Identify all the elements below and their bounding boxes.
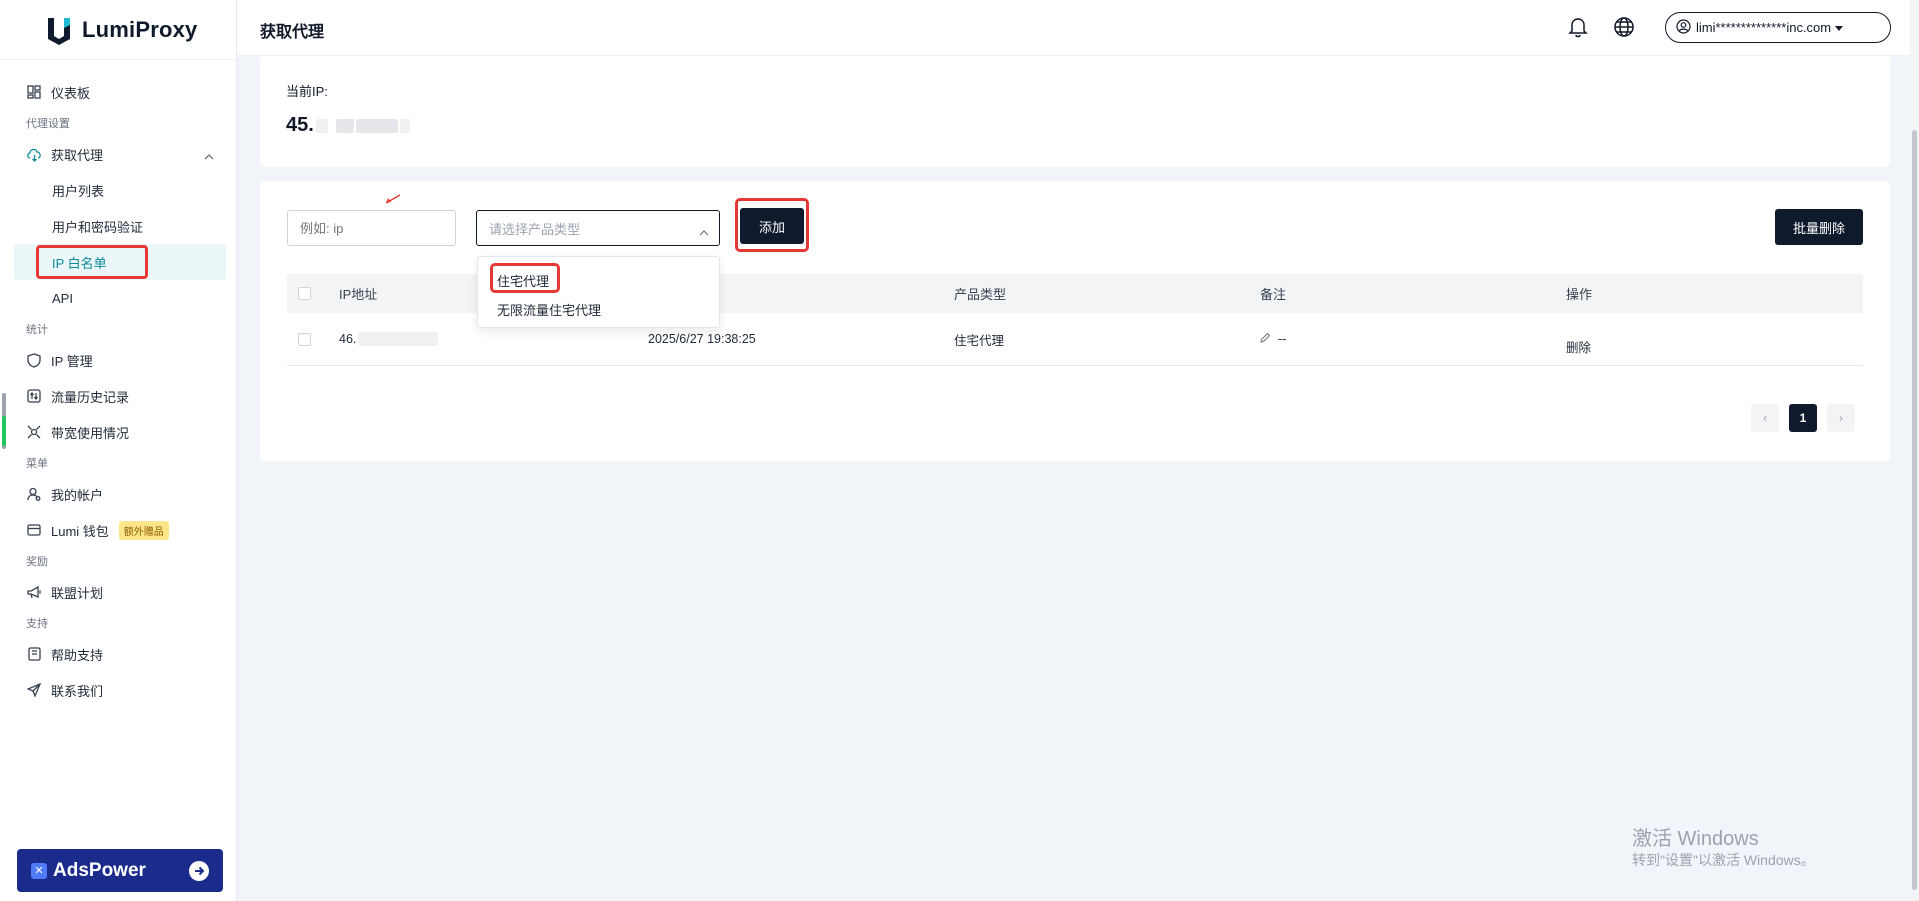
bandwidth-icon (26, 424, 42, 440)
dashboard-icon (26, 84, 42, 100)
section-label-support: 支持 (26, 618, 48, 630)
windows-watermark-text: 转到"设置"以激活 Windows。 (1632, 852, 1815, 868)
column-header-ip: IP地址 (339, 287, 378, 302)
ip-input[interactable] (287, 210, 456, 246)
pagination-next-button[interactable]: › (1827, 404, 1855, 432)
row-ip: 46. (339, 331, 439, 347)
brand-name: LumiProxy (82, 16, 198, 42)
user-circle-icon (1676, 18, 1691, 37)
current-ip-label: 当前IP: (286, 84, 328, 99)
pagination-page-1[interactable]: 1 (1789, 404, 1817, 432)
edit-pencil-icon[interactable] (1260, 332, 1271, 346)
arrow-right-icon (189, 861, 209, 881)
bulk-delete-button[interactable]: 批量删除 (1775, 209, 1863, 245)
row-note-text: -- (1278, 332, 1287, 346)
top-header: 获取代理 limi**************inc.com (237, 0, 1919, 56)
current-ip-value: 45. (286, 114, 410, 137)
sidebar-item-get-proxy[interactable]: 获取代理 (0, 136, 236, 172)
add-button[interactable]: 添加 (740, 208, 804, 244)
sidebar-item-bandwidth[interactable]: 带宽使用情况 (0, 414, 236, 450)
redacted-block (355, 118, 398, 133)
brand-logo[interactable]: LumiProxy (0, 0, 236, 60)
sidebar: LumiProxy 仪表板 代理设置 获取代理 用户列表 用户和密码验证 IP … (0, 0, 237, 901)
sidebar-subitem-api[interactable]: API (0, 280, 236, 316)
sidebar-item-label: Lumi 钱包 (51, 523, 109, 539)
caret-down-icon (1835, 20, 1844, 35)
sidebar-item-help[interactable]: 帮助支持 (0, 636, 236, 672)
row-ip-prefix: 46. (339, 331, 357, 346)
section-label-stats: 统计 (26, 324, 48, 336)
column-header-note: 备注 (1260, 287, 1287, 302)
redacted-block (315, 118, 328, 133)
dropdown-option-unlimited-residential[interactable]: 无限流量住宅代理 (497, 300, 601, 319)
sidebar-item-label: 我的帐户 (51, 487, 104, 503)
column-header-action: 操作 (1566, 287, 1593, 302)
sidebar-item-affiliate[interactable]: 联盟计划 (0, 574, 236, 610)
wallet-badge: 额外赠品 (118, 520, 169, 540)
current-ip-card: 当前IP: 45. (260, 56, 1890, 167)
row-checkbox[interactable] (298, 332, 311, 346)
adspower-label: AdsPower (53, 859, 146, 881)
sidebar-item-label: 联系我们 (51, 683, 104, 699)
sidebar-item-label: IP 管理 (51, 353, 93, 369)
product-type-dropdown: 住宅代理 无限流量住宅代理 (477, 256, 720, 328)
page-scrollbar[interactable] (1912, 130, 1917, 890)
sidebar-item-contact[interactable]: 联系我们 (0, 672, 236, 708)
chevron-up-icon[interactable] (204, 148, 214, 163)
row-time: 2025/6/27 19:38:25 (648, 332, 756, 346)
select-all-checkbox[interactable] (298, 287, 311, 300)
sidebar-item-label: 带宽使用情况 (51, 425, 130, 441)
sidebar-item-label: 联盟计划 (51, 585, 104, 601)
pagination-prev-button[interactable]: ‹ (1751, 404, 1779, 432)
annotation-arrow-icon (385, 194, 401, 204)
sidebar-item-wallet[interactable]: Lumi 钱包 额外赠品 (0, 512, 236, 548)
section-label-proxy: 代理设置 (26, 118, 70, 130)
globe-icon[interactable] (1612, 15, 1636, 39)
sidebar-item-label: 获取代理 (51, 147, 104, 163)
history-icon (26, 388, 42, 404)
shield-icon (26, 352, 42, 368)
lumiproxy-logo-icon (44, 15, 74, 45)
user-icon (26, 486, 42, 502)
bell-icon[interactable] (1566, 15, 1590, 39)
account-email: limi**************inc.com (1696, 20, 1832, 35)
sidebar-item-label: 流量历史记录 (51, 389, 130, 405)
sidebar-subitem-whitelist[interactable]: IP 白名单 (14, 244, 226, 280)
current-ip-prefix: 45. (286, 114, 314, 136)
wallet-icon (26, 522, 42, 538)
sidebar-item-my-account[interactable]: 我的帐户 (0, 476, 236, 512)
sidebar-scrollbar-indicator (2, 416, 6, 446)
send-icon (26, 682, 42, 698)
row-delete-link[interactable]: 删除 (1566, 337, 1591, 356)
row-note: -- (1260, 332, 1286, 346)
product-type-select[interactable]: 请选择产品类型 (476, 210, 720, 246)
row-product: 住宅代理 (954, 333, 1005, 348)
section-label-menu: 菜单 (26, 458, 48, 470)
megaphone-icon (26, 584, 42, 600)
redacted-block (358, 332, 439, 347)
sidebar-item-ip-manage[interactable]: IP 管理 (0, 342, 236, 378)
sidebar-subitem-userpass[interactable]: 用户和密码验证 (0, 208, 236, 244)
highlight-box (36, 245, 148, 279)
select-placeholder: 请选择产品类型 (489, 221, 581, 237)
help-book-icon (26, 646, 42, 662)
adspower-logo-icon: ✕ (31, 862, 47, 879)
proxy-icon (26, 146, 42, 162)
sidebar-item-label: 仪表板 (51, 85, 91, 101)
redacted-block (399, 118, 410, 133)
sidebar-item-dashboard[interactable]: 仪表板 (0, 74, 236, 110)
column-header-product: 产品类型 (954, 287, 1007, 302)
windows-watermark-title: 激活 Windows (1632, 828, 1759, 850)
redacted-block (335, 118, 354, 133)
account-menu[interactable]: limi**************inc.com (1665, 12, 1891, 43)
dropdown-option-residential[interactable]: 住宅代理 (497, 271, 549, 290)
sidebar-subitem-users[interactable]: 用户列表 (0, 172, 236, 208)
page-title: 获取代理 (260, 24, 325, 41)
sidebar-item-traffic-history[interactable]: 流量历史记录 (0, 378, 236, 414)
chevron-up-icon (699, 224, 709, 239)
adspower-banner[interactable]: ✕ AdsPower (17, 849, 223, 892)
section-label-rewards: 奖励 (26, 556, 48, 568)
sidebar-item-label: 帮助支持 (51, 647, 104, 663)
